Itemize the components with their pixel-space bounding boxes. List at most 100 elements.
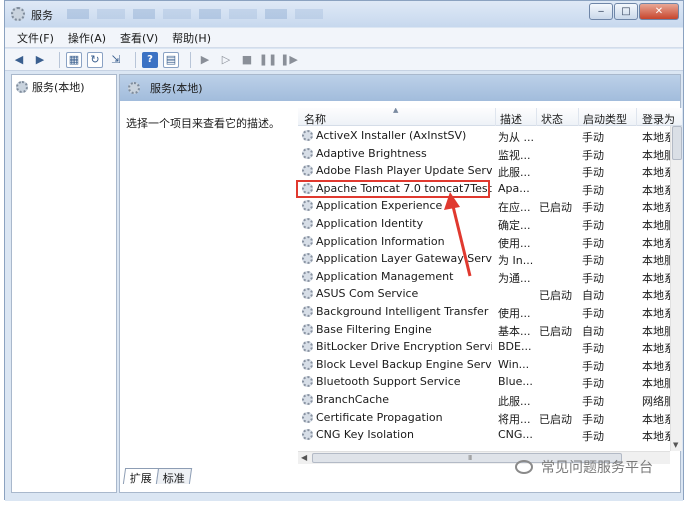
service-logon-as: 本地系 — [642, 183, 672, 197]
service-name: ActiveX Installer (AxInstSV) — [316, 129, 467, 142]
service-logon-as: 本地系 — [642, 166, 672, 180]
service-name: Base Filtering Engine — [316, 322, 432, 336]
service-logon-as: 本地服 — [642, 219, 672, 232]
service-startup-type: 手动 — [582, 183, 604, 197]
stop-icon[interactable]: ■ — [239, 52, 255, 68]
column-divider[interactable] — [636, 108, 637, 126]
refresh-icon[interactable]: ↻ — [87, 51, 103, 68]
service-description: 基本... — [498, 324, 531, 338]
restart-icon[interactable]: ❚▶ — [280, 52, 298, 68]
service-startup-type: 手动 — [582, 412, 604, 426]
start-alt-icon[interactable]: ▷ — [218, 52, 234, 68]
blurred-taskbar-strip — [67, 9, 327, 19]
table-row[interactable]: BranchCache 此服... 手动 网络服 — [298, 391, 672, 409]
table-row[interactable]: ActiveX Installer (AxInstSV) 为从 ... 手动 本地系 — [298, 127, 672, 145]
tab-label: 标准 — [162, 472, 185, 485]
table-row[interactable]: Adobe Flash Player Update Service 此服... 手动… — [298, 162, 672, 180]
start-icon[interactable]: ▶ — [197, 52, 213, 68]
menu-view[interactable]: 查看(V) — [120, 30, 158, 46]
service-name: Block Level Backup Engine Service — [316, 357, 492, 371]
vertical-scrollbar[interactable]: ▼ — [670, 126, 682, 451]
services-app-icon — [11, 7, 25, 21]
service-description: 在应... — [498, 201, 531, 215]
service-startup-type: 手动 — [582, 166, 604, 180]
export-icon[interactable]: ⇲ — [108, 52, 124, 68]
service-startup-type: 手动 — [582, 359, 604, 373]
properties-icon[interactable]: ▤ — [163, 51, 179, 68]
service-logon-as: 本地系 — [642, 342, 672, 356]
scrollbar-grip: III — [468, 454, 472, 462]
wechat-logo-icon — [515, 460, 533, 474]
service-name: ASUS Com Service — [316, 287, 419, 301]
help-icon[interactable]: ? — [142, 51, 158, 68]
tree-item-services-local[interactable]: 服务(本地) — [16, 79, 85, 95]
service-gear-icon — [302, 429, 313, 441]
annotation-arrow — [444, 192, 472, 277]
maximize-button[interactable]: □ — [614, 3, 638, 20]
service-startup-type: 手动 — [582, 307, 604, 320]
service-logon-as: 本地服 — [642, 324, 672, 338]
service-name: BitLocker Drive Encryption Service — [316, 340, 492, 354]
service-gear-icon — [302, 147, 313, 159]
table-row[interactable]: Background Intelligent Transfer S... 使用..… — [298, 303, 672, 321]
service-name: Adobe Flash Player Update Service — [316, 164, 492, 178]
close-button[interactable]: ✕ — [639, 3, 679, 20]
service-logon-as: 本地系 — [642, 307, 672, 320]
column-header-startup-type[interactable]: 启动类型 — [583, 111, 627, 127]
service-description: 将用... — [498, 412, 531, 426]
column-divider[interactable] — [536, 108, 537, 126]
menu-help[interactable]: 帮助(H) — [172, 30, 211, 46]
pane-title: 服务(本地) — [150, 82, 203, 95]
menu-file[interactable]: 文件(F) — [17, 30, 54, 46]
tab-label: 扩展 — [129, 472, 152, 485]
service-startup-type: 手动 — [582, 377, 604, 391]
column-divider[interactable] — [495, 108, 496, 126]
column-divider[interactable] — [578, 108, 579, 126]
title-bar: 服务 ‒ □ ✕ — [5, 1, 683, 27]
table-row[interactable]: BitLocker Drive Encryption Service BDE...… — [298, 338, 672, 356]
services-pane: 服务(本地) 选择一个项目来查看它的描述。 名称 ▲ 描述 状态 启动类型 登录… — [119, 74, 682, 493]
pause-icon[interactable]: ❚❚ — [259, 52, 277, 68]
service-description: BDE... — [498, 340, 532, 354]
table-row[interactable]: Certificate Propagation 将用... 已启动 手动 本地系 — [298, 409, 672, 427]
table-row[interactable]: Bluetooth Support Service Blue... 手动 本地服 — [298, 373, 672, 391]
service-logon-as: 本地系 — [642, 131, 672, 144]
service-description: 监视... — [498, 148, 531, 162]
table-row[interactable]: CNG Key Isolation CNG... 手动 本地系 — [298, 426, 672, 444]
table-row[interactable]: Base Filtering Engine 基本... 已启动 自动 本地服 — [298, 321, 672, 339]
service-startup-type: 手动 — [582, 342, 604, 356]
scroll-down-icon[interactable]: ▼ — [673, 441, 678, 449]
column-header-name[interactable]: 名称 — [304, 111, 326, 127]
scrollbar-thumb[interactable] — [672, 126, 682, 160]
column-header-status[interactable]: 状态 — [541, 111, 563, 127]
show-hide-tree-icon[interactable]: ▦ — [66, 51, 82, 68]
column-header-description[interactable]: 描述 — [500, 111, 522, 127]
service-logon-as: 网络服 — [642, 395, 672, 408]
toolbar-separator — [59, 51, 60, 68]
service-startup-type: 自动 — [582, 289, 604, 303]
back-icon[interactable]: ◀ — [11, 52, 27, 68]
service-startup-type: 手动 — [582, 201, 604, 215]
column-header-logon-as[interactable]: 登录为 — [642, 111, 675, 127]
service-startup-type: 手动 — [582, 148, 604, 162]
service-startup-type: 手动 — [582, 236, 604, 250]
service-description: 此服... — [498, 166, 531, 180]
forward-icon[interactable]: ▶ — [32, 52, 48, 68]
tab-extended[interactable]: 扩展 — [122, 468, 160, 485]
service-logon-as: 本地系 — [642, 236, 672, 250]
table-row[interactable]: ASUS Com Service 已启动 自动 本地系 — [298, 285, 672, 303]
service-name: Certificate Propagation — [316, 410, 443, 424]
menu-action[interactable]: 操作(A) — [68, 30, 106, 46]
scroll-left-icon[interactable]: ◀ — [301, 453, 307, 462]
table-row[interactable]: Adaptive Brightness 监视... 手动 本地服 — [298, 145, 672, 163]
service-gear-icon — [302, 165, 313, 177]
table-row[interactable]: Block Level Backup Engine Service Win... 手… — [298, 356, 672, 374]
tab-standard[interactable]: 标准 — [155, 468, 193, 485]
window-controls: ‒ □ ✕ — [588, 3, 679, 20]
service-gear-icon — [302, 235, 313, 247]
service-gear-icon — [302, 200, 313, 212]
service-gear-icon — [302, 323, 313, 335]
minimize-button[interactable]: ‒ — [589, 3, 613, 20]
service-logon-as: 本地系 — [642, 359, 672, 373]
service-logon-as: 本地服 — [642, 254, 672, 268]
